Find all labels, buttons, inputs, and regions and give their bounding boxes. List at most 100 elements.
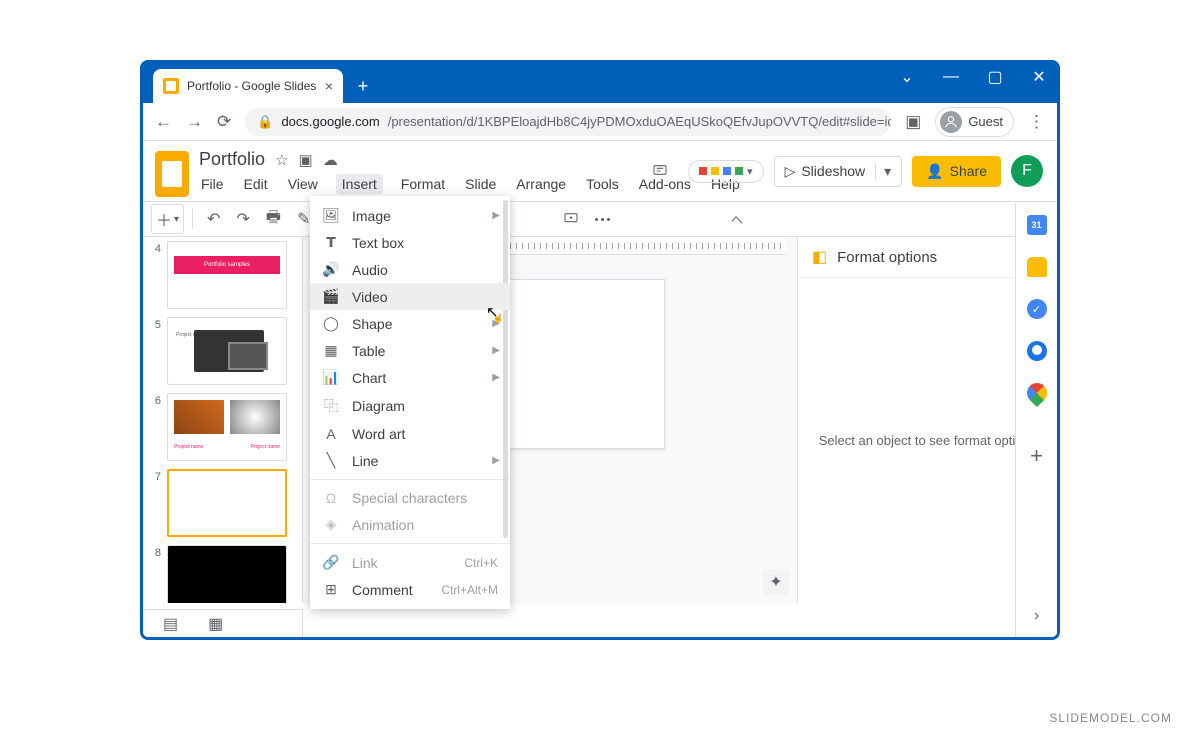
undo-icon[interactable]: ↶ [201,205,226,233]
insert-line[interactable]: ╲Line▶ [310,447,510,474]
share-button[interactable]: 👤 Share [912,156,1001,187]
hide-side-panel-icon[interactable]: › [1034,607,1039,625]
maximize-icon[interactable]: ▢ [985,67,1005,87]
grid-view-icon[interactable]: ▦ [208,614,223,634]
side-panel-rail: + › [1015,203,1057,637]
thumb-number: 8 [149,545,161,603]
close-tab-icon[interactable]: × [325,78,333,94]
star-icon[interactable]: ☆ [275,151,288,169]
account-avatar[interactable]: F [1011,155,1043,187]
filmstrip-view-icon[interactable]: ▤ [163,614,178,634]
redo-icon[interactable]: ↷ [230,205,255,233]
slide-thumb-5[interactable]: Project name [167,317,287,385]
window-caret-icon[interactable]: ⌄ [897,67,917,87]
submenu-arrow-icon: ▶ [492,210,500,221]
comment-icon: ⊞ [322,581,340,598]
minimize-icon[interactable]: ― [941,68,961,86]
slide-thumb-7[interactable] [167,469,287,537]
reload-icon[interactable]: ⟳ [217,112,231,132]
collapse-toolbar-icon[interactable]: ヘ [725,207,749,232]
share-label: Share [950,163,987,179]
menu-file[interactable]: File [199,174,226,194]
insert-shape[interactable]: ◯Shape▶ [310,310,510,337]
reader-icon[interactable]: ▣ [905,112,921,132]
format-options-icon: ◧ [812,247,827,267]
comment-add-icon[interactable] [557,207,585,231]
insert-comment[interactable]: ⊞CommentCtrl+Alt+M [310,576,510,603]
link-icon: 🔗 [322,554,340,571]
menu-tools[interactable]: Tools [584,174,621,194]
guest-profile-button[interactable]: Guest [935,107,1014,137]
guest-avatar-icon [940,111,962,133]
menu-slide[interactable]: Slide [463,174,498,194]
document-title[interactable]: Portfolio [199,149,265,170]
calendar-icon[interactable] [1027,215,1047,235]
new-tab-button[interactable]: + [349,72,377,100]
view-toggle-bar: ▤ ▦ [143,609,303,637]
more-toolbar-icon[interactable] [589,214,616,225]
url-path: /presentation/d/1KBPEloajdHb8C4jyPDMOxdu… [388,114,892,129]
menu-arrange[interactable]: Arrange [514,174,568,194]
maps-icon[interactable] [1022,379,1050,407]
back-icon[interactable]: ← [155,112,172,132]
slideshow-caret-icon[interactable]: ▾ [875,163,891,180]
lock-icon: 🔒 [257,114,273,130]
tab-title: Portfolio - Google Slides [187,79,316,93]
video-icon: 🎬 [322,288,340,305]
play-icon: ▷ [785,163,796,180]
thumb-number: 4 [149,241,161,309]
url-host: docs.google.com [281,114,379,129]
meet-button[interactable]: ▾ [688,160,764,183]
insert-table[interactable]: ▦Table▶ [310,337,510,364]
keep-icon[interactable] [1027,257,1047,277]
comments-icon[interactable] [642,153,678,189]
close-window-icon[interactable]: ✕ [1029,67,1049,87]
slideshow-button[interactable]: ▷ Slideshow ▾ [774,156,903,187]
menu-edit[interactable]: Edit [242,174,270,194]
tasks-icon[interactable] [1027,299,1047,319]
slide-thumb-8[interactable] [167,545,287,603]
new-slide-button[interactable]: ＋▾ [151,204,184,234]
slide-thumb-6[interactable]: Project nameProject name [167,393,287,461]
thumb-number: 6 [149,393,161,461]
menu-insert[interactable]: Insert [336,174,383,194]
browser-tab[interactable]: Portfolio - Google Slides × [153,69,343,103]
insert-video[interactable]: 🎬Video [310,283,510,310]
submenu-arrow-icon: ▶ [492,372,500,383]
slides-favicon [163,78,179,94]
slides-logo-icon[interactable] [155,151,189,197]
format-options-title: Format options [837,249,1019,266]
browser-menu-icon[interactable]: ⋮ [1028,112,1045,132]
shape-icon: ◯ [322,315,340,332]
explore-button[interactable]: ✦ [763,569,789,595]
menu-view[interactable]: View [286,174,320,194]
print-icon[interactable]: 🖶 [260,202,287,237]
window-controls: ⌄ ― ▢ ✕ [897,67,1049,87]
get-addons-icon[interactable]: + [1030,443,1043,469]
insert-wordart[interactable]: AWord art [310,421,510,447]
forward-icon[interactable]: → [186,112,203,132]
submenu-arrow-icon: ▶ [492,345,500,356]
slide-thumb-4[interactable]: Portfolio samples [167,241,287,309]
wordart-icon: A [322,426,340,442]
cloud-status-icon[interactable]: ☁ [323,151,338,169]
insert-audio[interactable]: 🔊Audio [310,256,510,283]
insert-chart[interactable]: 📊Chart▶ [310,364,510,391]
special-chars-icon: Ω [322,490,340,506]
app-header: Portfolio ☆ ▣ ☁ File Edit View Insert Fo… [143,141,1057,197]
menu-format[interactable]: Format [399,174,447,194]
slide-thumbnails: 4 Portfolio samples 5 Project name 6 Pro… [143,237,303,603]
insert-diagram[interactable]: ⿻Diagram [310,391,510,421]
address-bar[interactable]: 🔒 docs.google.com/presentation/d/1KBPElo… [245,108,891,136]
insert-image[interactable]: 🖼Image▶ [310,202,510,229]
chart-icon: 📊 [322,369,340,386]
animation-icon: ◈ [322,516,340,533]
table-icon: ▦ [322,342,340,359]
insert-animation: ◈Animation [310,511,510,538]
insert-textbox[interactable]: 𝗧Text box [310,229,510,256]
move-folder-icon[interactable]: ▣ [299,151,313,169]
thumb-number: 5 [149,317,161,385]
contacts-icon[interactable] [1027,341,1047,361]
browser-titlebar: Portfolio - Google Slides × + ⌄ ― ▢ ✕ [143,63,1057,103]
thumb-number: 7 [149,469,161,537]
